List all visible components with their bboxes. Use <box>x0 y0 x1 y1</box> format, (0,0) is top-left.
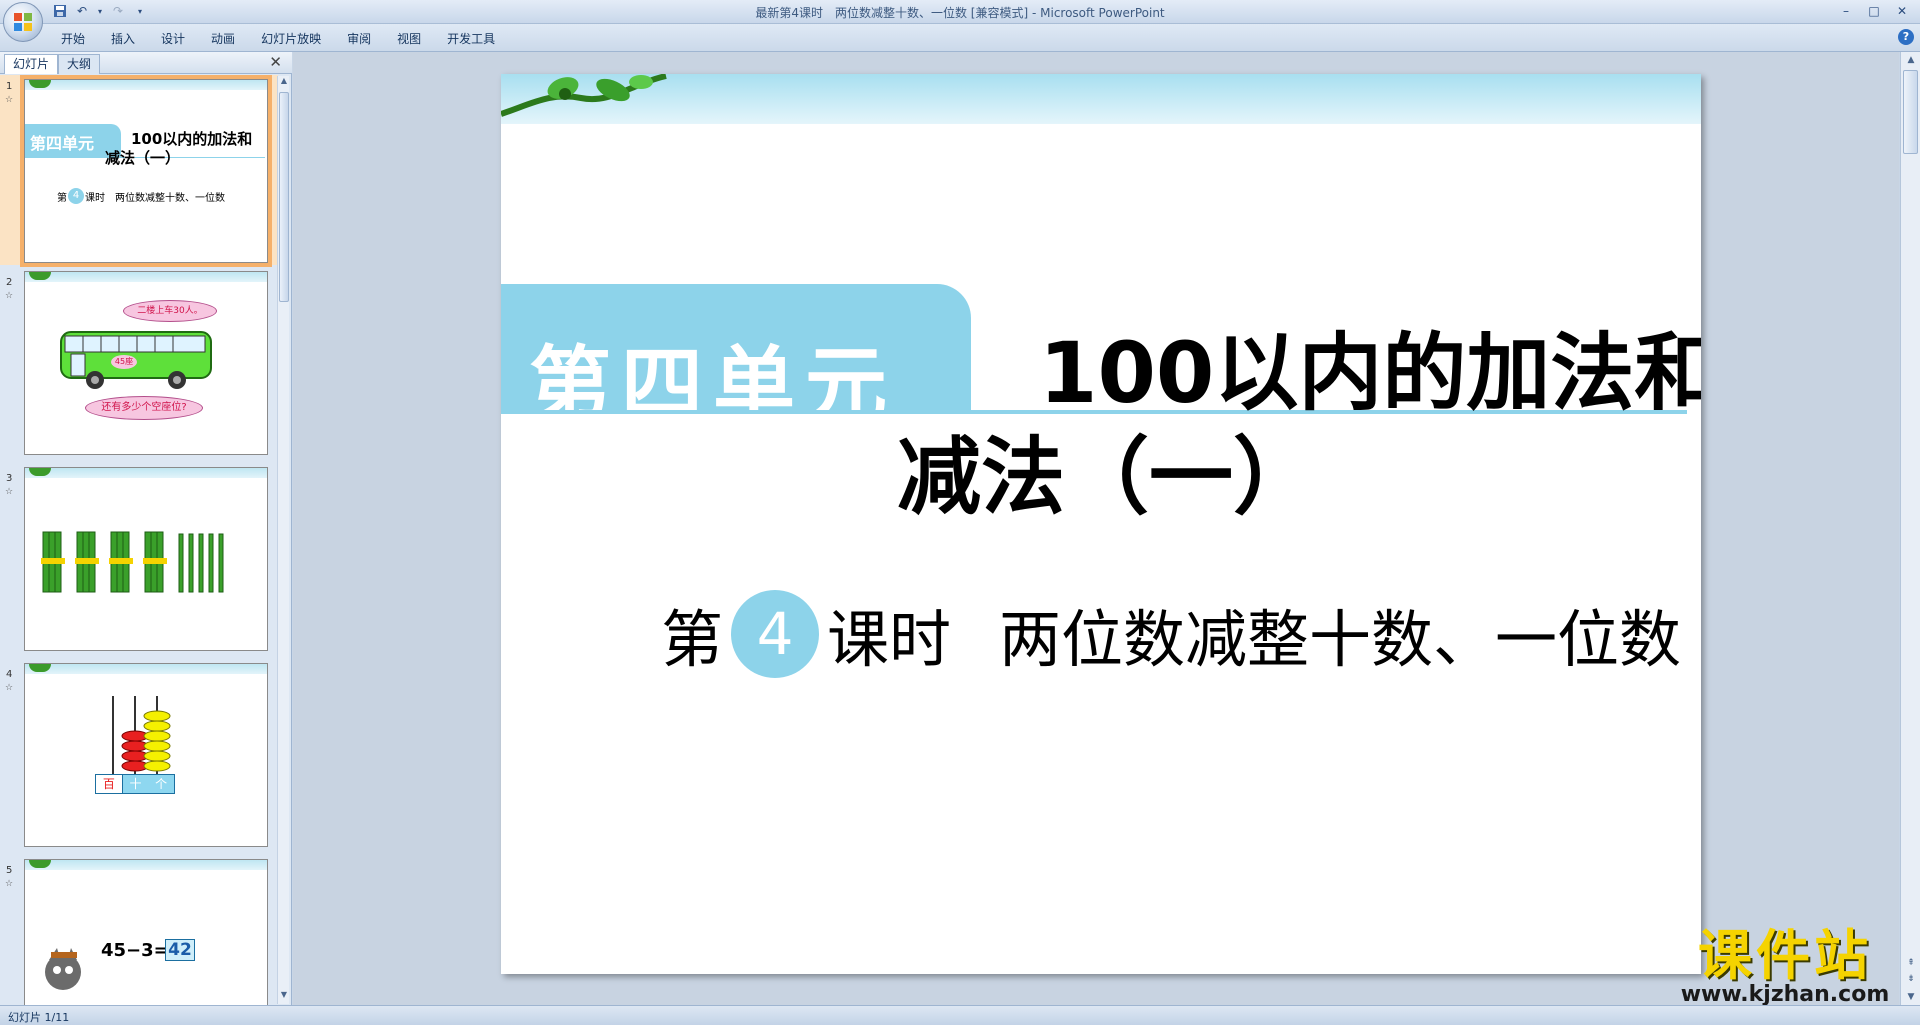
speech-bubble-top: 二楼上车30人。 <box>123 300 217 322</box>
office-logo-icon <box>14 13 32 31</box>
unit-label: 第四单元 <box>30 134 95 153</box>
window-title: 最新第4课时 两位数减整十数、一位数 [兼容模式] - Microsoft Po… <box>755 6 1165 20</box>
tab-slideshow[interactable]: 幻灯片放映 <box>248 30 334 48</box>
scrollbar-thumb[interactable] <box>279 92 289 302</box>
lesson-prefix: 第 <box>661 603 724 676</box>
vine-decoration-icon <box>501 74 667 117</box>
current-slide[interactable]: 第四单元 100以内的加法和 减法（一） 第 4 课时 两位数减整十数、一位数 <box>501 74 1701 974</box>
slide-preview: 百 十 个 <box>24 663 268 847</box>
slide-thumbnail-4[interactable]: 4 ☆ 百 十 个 <box>0 663 278 853</box>
lesson-suffix: 课时 两位数减整十数、一位数 <box>85 192 225 204</box>
animation-star-icon: ☆ <box>5 487 14 497</box>
watermark-url: www.kjzhan.com <box>1680 982 1890 1007</box>
close-button[interactable]: ✕ <box>1890 2 1914 20</box>
scroll-down-icon[interactable]: ▼ <box>278 990 290 1004</box>
animation-star-icon: ☆ <box>5 291 14 301</box>
slide-preview: 第四单元 100以内的加法和 减法（一） 第 4 课时 两位数减整十数、一位数 <box>20 75 272 267</box>
stick-bundles-illustration <box>41 531 224 593</box>
panel-tabs: 幻灯片 大纲 ✕ <box>0 52 292 74</box>
minimize-button[interactable]: – <box>1834 2 1858 20</box>
office-button[interactable] <box>3 2 43 42</box>
speech-bubble-bottom: 还有多少个空座位? <box>85 396 203 420</box>
lesson-number-badge: 4 <box>731 590 820 678</box>
slide-number: 2 <box>6 277 13 288</box>
scroll-up-icon[interactable]: ▲ <box>1901 52 1920 68</box>
slide-top-band <box>25 468 267 478</box>
tab-outline[interactable]: 大纲 <box>58 54 101 74</box>
tab-insert[interactable]: 插入 <box>98 30 148 48</box>
slide-number: 3 <box>6 473 13 484</box>
slide-top-band <box>25 664 267 674</box>
slide-counter: 幻灯片 1/11 <box>8 1011 70 1024</box>
slide-preview: 二楼上车30人。 45座 还有多少个空座位? <box>24 271 268 455</box>
lesson-prefix: 第 <box>57 192 67 204</box>
animation-star-icon: ☆ <box>5 683 14 693</box>
title-line-2: 减法（一） <box>105 149 181 167</box>
lesson-number: 4 <box>68 188 84 204</box>
slide-preview: 45−3= 42 <box>24 859 268 1005</box>
slide-thumbnail-5[interactable]: 5 ☆ 45−3= 42 <box>0 859 278 1005</box>
slides-panel: 幻灯片 大纲 ✕ 1 ☆ 第四单元 100以内的加法和 减法（一） 第 4 课时… <box>0 52 292 1005</box>
slide-title-line-2: 减法（一） <box>897 428 1318 526</box>
abacus-label-ones: 个 <box>155 777 168 791</box>
thumbnail-scrollbar[interactable]: ▲ ▼ <box>277 76 289 1004</box>
slide-number: 1 <box>6 81 13 92</box>
title-bar: ↶ ▾ ↷ ▾ 最新第4课时 两位数减整十数、一位数 [兼容模式] - Micr… <box>0 0 1920 24</box>
site-watermark: 课件站 www.kjzhan.com <box>1670 924 1900 1007</box>
main-scrollbar[interactable]: ▲ ⇞ ⇟ ▼ <box>1900 52 1920 1005</box>
tab-slides[interactable]: 幻灯片 <box>4 54 59 74</box>
prev-slide-icon[interactable]: ⇞ <box>1901 955 1920 971</box>
status-bar: 幻灯片 1/11 <box>0 1005 1920 1025</box>
title-line-1: 100以内的加法和 <box>131 130 253 148</box>
slide-number: 5 <box>6 865 13 876</box>
equation-text: 45−3= <box>101 940 169 961</box>
slide-top-band <box>25 272 267 282</box>
next-slide-icon[interactable]: ⇟ <box>1901 971 1920 987</box>
window-controls: – □ ✕ <box>1834 2 1914 20</box>
watermark-brand: 课件站 <box>1698 924 1872 987</box>
slide-top-band <box>501 74 1701 124</box>
maximize-button[interactable]: □ <box>1862 2 1886 20</box>
bus-seat-label: 45座 <box>111 355 137 369</box>
tab-view[interactable]: 视图 <box>384 30 434 48</box>
thumbnail-list: 1 ☆ 第四单元 100以内的加法和 减法（一） 第 4 课时 两位数减整十数、… <box>0 75 278 1005</box>
animation-star-icon: ☆ <box>5 879 14 889</box>
slide-top-band <box>25 80 267 90</box>
unit-label: 第四单元 <box>529 338 898 433</box>
abacus-label-tens: 十 <box>129 777 142 791</box>
scrollbar-thumb[interactable] <box>1903 70 1918 154</box>
slide-preview <box>24 467 268 651</box>
slide-thumbnail-1[interactable]: 1 ☆ 第四单元 100以内的加法和 减法（一） 第 4 课时 两位数减整十数、… <box>0 75 278 267</box>
lesson-line: 第 4 课时 两位数减整十数、一位数 <box>57 188 225 204</box>
scroll-up-icon[interactable]: ▲ <box>278 76 290 90</box>
tab-developer[interactable]: 开发工具 <box>434 30 508 48</box>
lesson-subtitle: 第 4 课时 两位数减整十数、一位数 <box>661 584 1681 684</box>
cartoon-character-illustration <box>45 948 81 990</box>
slide-title-line-1: 100以内的加法和 <box>1039 324 1701 422</box>
tab-review[interactable]: 审阅 <box>334 30 384 48</box>
slide-number: 4 <box>6 669 13 680</box>
answer-box: 42 <box>165 939 195 961</box>
ribbon-tab-bar: 开始 插入 设计 动画 幻灯片放映 审阅 视图 开发工具 ? <box>0 24 1920 52</box>
tab-animations[interactable]: 动画 <box>198 30 248 48</box>
lesson-topic: 两位数减整十数、一位数 <box>999 603 1682 676</box>
slide-top-band <box>25 860 267 870</box>
abacus-illustration <box>112 696 171 774</box>
scroll-down-icon[interactable]: ▼ <box>1901 989 1920 1005</box>
bus-illustration <box>60 331 212 389</box>
help-icon[interactable]: ? <box>1898 29 1914 45</box>
tab-home[interactable]: 开始 <box>48 30 98 48</box>
slide-thumbnail-3[interactable]: 3 ☆ <box>0 467 278 657</box>
abacus-label-hundreds: 百 <box>96 775 123 793</box>
abacus-base: 百 十 个 <box>95 774 175 794</box>
tab-design[interactable]: 设计 <box>148 30 198 48</box>
lesson-suffix: 课时 <box>827 603 952 676</box>
close-panel-icon[interactable]: ✕ <box>269 53 282 71</box>
slide-thumbnail-2[interactable]: 2 ☆ 二楼上车30人。 45座 还有多少个空座位? <box>0 271 278 461</box>
animation-star-icon: ☆ <box>5 95 14 105</box>
